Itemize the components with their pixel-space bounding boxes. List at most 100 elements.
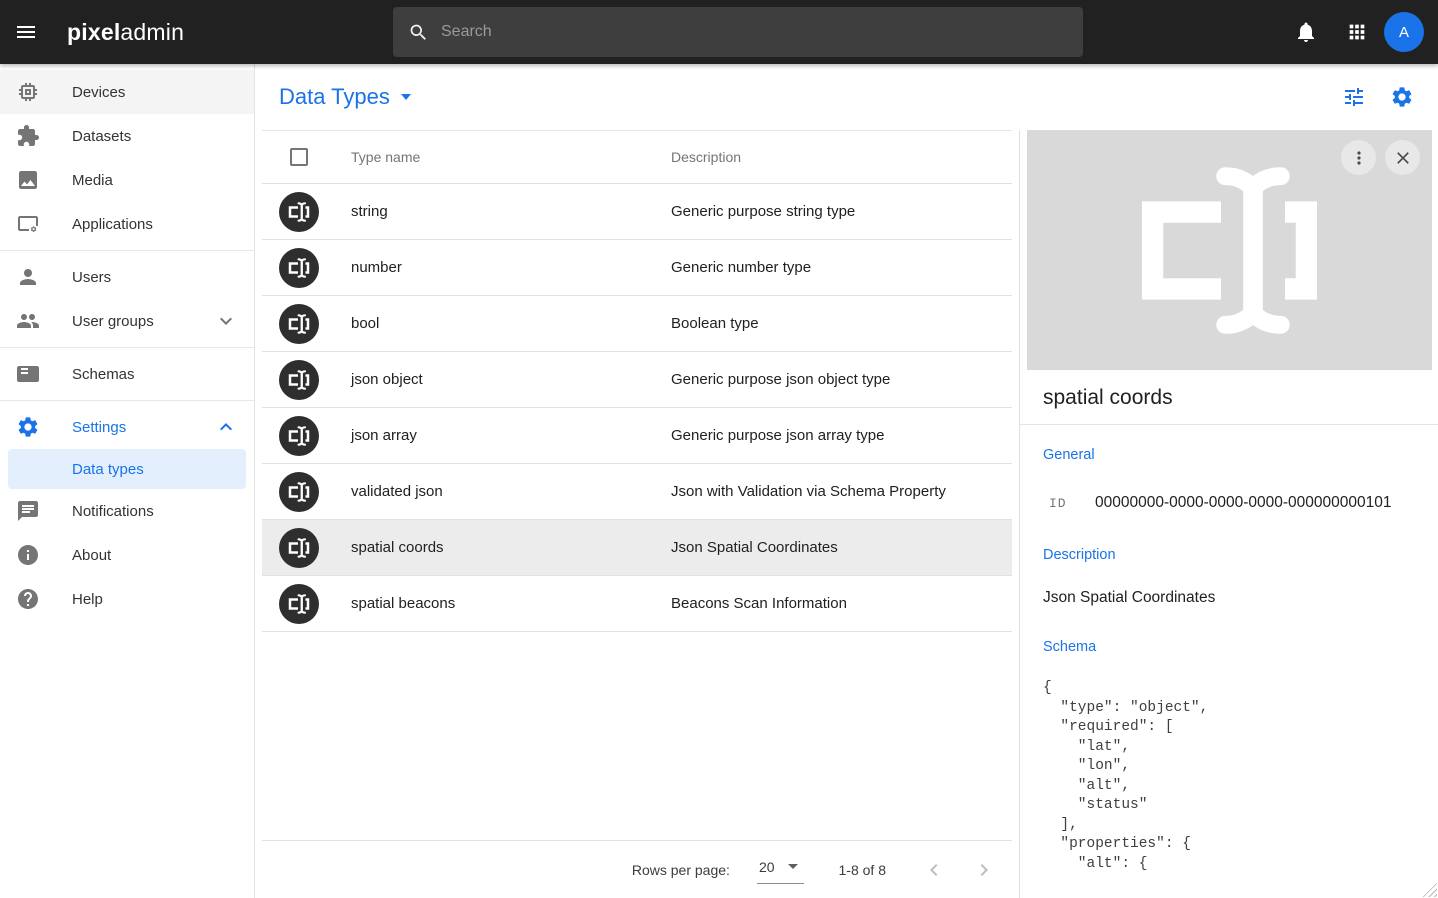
sidebar-item-applications[interactable]: Applications — [0, 202, 254, 246]
table-row[interactable]: json array Generic purpose json array ty… — [262, 408, 1012, 464]
sidebar-item-media[interactable]: Media — [0, 158, 254, 202]
sidebar: Devices Datasets Media Applications User… — [0, 64, 255, 898]
table-row[interactable]: json object Generic purpose json object … — [262, 352, 1012, 408]
sidebar-item-about[interactable]: About — [0, 533, 254, 577]
detail-title: spatial coords — [1020, 370, 1438, 425]
column-header-description: Description — [671, 149, 741, 165]
data-type-icon — [279, 248, 319, 288]
close-button[interactable] — [1385, 140, 1420, 175]
data-type-icon — [1127, 148, 1332, 353]
sidebar-item-label: Users — [72, 269, 111, 286]
sidebar-divider — [0, 400, 254, 401]
puzzle-icon — [16, 124, 40, 148]
help-icon — [16, 587, 40, 611]
pagination-range: 1-8 of 8 — [839, 862, 886, 878]
row-avatar-cell — [262, 360, 351, 400]
data-type-icon — [279, 472, 319, 512]
sidebar-item-user-groups[interactable]: User groups — [0, 299, 254, 343]
sidebar-item-label: Help — [72, 591, 103, 608]
description-cell: Generic number type — [671, 259, 811, 276]
detail-panel: spatial coords General ID 00000000-0000-… — [1019, 130, 1438, 898]
type-name-cell: bool — [351, 315, 671, 332]
type-name-cell: string — [351, 203, 671, 220]
apps-grid-icon[interactable] — [1346, 21, 1368, 43]
sidebar-item-label: Devices — [72, 84, 125, 101]
memory-chip-icon — [16, 80, 40, 104]
kebab-menu-button[interactable] — [1341, 140, 1376, 175]
sidebar-item-label: Schemas — [72, 366, 135, 383]
image-icon — [16, 168, 40, 192]
data-type-icon — [279, 584, 319, 624]
sidebar-item-settings[interactable]: Settings — [0, 405, 254, 449]
sidebar-item-datasets[interactable]: Datasets — [0, 114, 254, 158]
page-title-dropdown[interactable]: Data Types — [279, 84, 411, 110]
sidebar-item-devices[interactable]: Devices — [0, 70, 254, 114]
type-name-cell: validated json — [351, 483, 671, 500]
table-row[interactable]: string Generic purpose string type — [262, 184, 1012, 240]
sidebar-item-help[interactable]: Help — [0, 577, 254, 621]
sidebar-item-data-types[interactable]: Data types — [8, 449, 246, 489]
row-avatar-cell — [262, 248, 351, 288]
group-icon — [16, 309, 40, 333]
description-section-label: Description — [1043, 547, 1415, 563]
sidebar-item-notifications[interactable]: Notifications — [0, 489, 254, 533]
sidebar-item-label: Datasets — [72, 128, 131, 145]
table-header-row: Type name Description — [262, 130, 1012, 184]
sidebar-item-users[interactable]: Users — [0, 255, 254, 299]
detail-hero-image — [1027, 130, 1432, 370]
table-row[interactable]: spatial beacons Beacons Scan Information — [262, 576, 1012, 632]
description-cell: Beacons Scan Information — [671, 595, 847, 612]
table-row[interactable]: bool Boolean type — [262, 296, 1012, 352]
sidebar-item-label: Notifications — [72, 503, 154, 520]
page-title: Data Types — [279, 84, 390, 110]
previous-page-icon[interactable] — [922, 858, 946, 882]
rows-per-page-select[interactable]: 20 — [757, 856, 804, 884]
gear-icon[interactable] — [1390, 85, 1414, 109]
rows-per-page-label: Rows per page: — [632, 862, 730, 878]
table-empty-space — [262, 632, 1012, 840]
column-header-type-name: Type name — [351, 149, 671, 165]
search-input[interactable] — [441, 23, 1001, 41]
type-name-cell: json object — [351, 371, 671, 388]
sidebar-divider — [0, 347, 254, 348]
sidebar-item-label: Media — [72, 172, 113, 189]
row-avatar-cell — [262, 528, 351, 568]
select-all-checkbox[interactable] — [290, 148, 308, 166]
row-avatar-cell — [262, 416, 351, 456]
pagination-bar: Rows per page: 20 1-8 of 8 — [262, 840, 1012, 898]
gear-icon — [16, 415, 40, 439]
sidebar-item-label: Applications — [72, 216, 153, 233]
data-type-icon — [279, 360, 319, 400]
bell-icon[interactable] — [1294, 20, 1318, 44]
description-cell: Generic purpose string type — [671, 203, 855, 220]
sidebar-item-label: Settings — [72, 419, 126, 436]
row-avatar-cell — [262, 192, 351, 232]
id-row: ID 00000000-0000-0000-0000-000000000101 — [1043, 494, 1415, 512]
description-cell: Json Spatial Coordinates — [671, 539, 838, 556]
detail-sections: General ID 00000000-0000-0000-0000-00000… — [1020, 425, 1438, 874]
next-page-icon[interactable] — [972, 858, 996, 882]
description-cell: Json with Validation via Schema Property — [671, 483, 946, 500]
detail-actions — [1341, 140, 1420, 175]
schema-code[interactable]: { "type": "object", "required": [ "lat",… — [1043, 679, 1415, 874]
page-header-actions — [1342, 85, 1414, 109]
app-logo: pixeladmin — [67, 19, 184, 46]
data-type-icon — [279, 528, 319, 568]
tune-filter-icon[interactable] — [1342, 85, 1366, 109]
chevron-up-icon — [214, 415, 238, 439]
table-row[interactable]: validated json Json with Validation via … — [262, 464, 1012, 520]
description-cell: Generic purpose json object type — [671, 371, 890, 388]
logo-bold: pixel — [67, 19, 120, 45]
rows-per-page-value: 20 — [759, 859, 775, 875]
menu-icon[interactable] — [14, 20, 38, 44]
description-cell: Generic purpose json array type — [671, 427, 884, 444]
description-value: Json Spatial Coordinates — [1043, 589, 1415, 607]
avatar[interactable]: A — [1384, 12, 1424, 52]
global-search[interactable] — [393, 7, 1083, 57]
kebab-menu-icon — [1349, 148, 1369, 168]
table-row[interactable]: spatial coords Json Spatial Coordinates — [262, 520, 1012, 576]
sidebar-item-schemas[interactable]: Schemas — [0, 352, 254, 396]
row-avatar-cell — [262, 304, 351, 344]
table-row[interactable]: number Generic number type — [262, 240, 1012, 296]
table-body: string Generic purpose string type numbe… — [262, 184, 1012, 632]
